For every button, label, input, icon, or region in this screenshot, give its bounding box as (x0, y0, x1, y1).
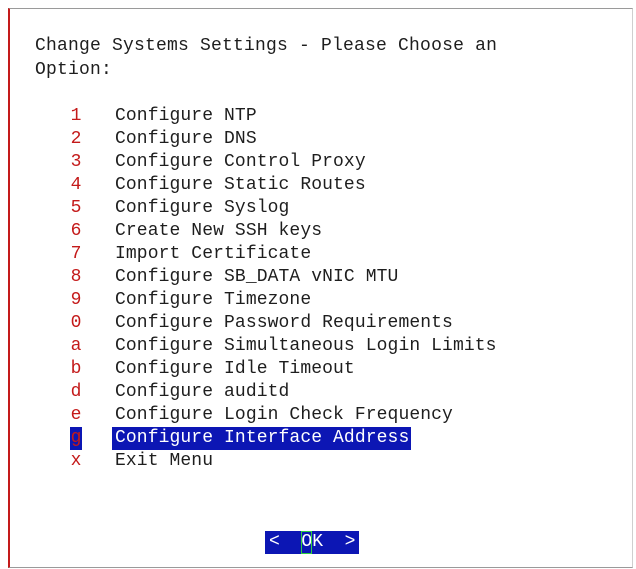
menu-item-hotkey: 6 (70, 221, 82, 241)
menu-item-hotkey: e (70, 405, 82, 425)
menu-item-dns[interactable]: 2 Configure DNS (70, 128, 499, 151)
ok-button[interactable]: < OK > (265, 531, 360, 554)
menu-item-hotkey: g (70, 427, 82, 450)
menu-item-syslog[interactable]: 5 Configure Syslog (70, 197, 499, 220)
menu-item-idle-timeout[interactable]: b Configure Idle Timeout (70, 358, 499, 381)
menu-item-label: Configure Timezone (115, 290, 312, 310)
menu-item-label: Configure Syslog (115, 198, 290, 218)
menu-item-ssh-keys[interactable]: 6 Create New SSH keys (70, 220, 499, 243)
menu-item-ntp[interactable]: 1 Configure NTP (70, 105, 499, 128)
menu-item-label: Configure Static Routes (115, 175, 366, 195)
menu-item-label: Configure Password Requirements (115, 313, 453, 333)
menu-item-label: Configure SB_DATA vNIC MTU (115, 267, 399, 287)
menu-item-label: Exit Menu (115, 451, 214, 471)
menu-item-label: Import Certificate (115, 244, 312, 264)
menu-item-auditd[interactable]: d Configure auditd (70, 381, 499, 404)
menu-item-hotkey: 4 (70, 175, 82, 195)
menu-item-label: Configure Login Check Frequency (115, 405, 453, 425)
menu-item-label: Configure DNS (115, 129, 257, 149)
menu-item-hotkey: a (70, 336, 82, 356)
menu-item-hotkey: 5 (70, 198, 82, 218)
menu-item-label: Configure Idle Timeout (115, 359, 355, 379)
menu-item-hotkey: d (70, 382, 82, 402)
menu-item-hotkey: b (70, 359, 82, 379)
menu-item-hotkey: 1 (70, 106, 82, 126)
ok-left-bracket: < (269, 532, 280, 552)
menu-item-label: Configure Simultaneous Login Limits (115, 336, 497, 356)
menu-item-label: Configure NTP (115, 106, 257, 126)
menu-item-hotkey: 3 (70, 152, 82, 172)
menu-item-exit[interactable]: x Exit Menu (70, 450, 499, 473)
options-menu: 1 Configure NTP 2 Configure DNS 3 Config… (70, 105, 499, 473)
menu-item-vnic-mtu[interactable]: 8 Configure SB_DATA vNIC MTU (70, 266, 499, 289)
menu-item-hotkey: 0 (70, 313, 82, 333)
menu-item-control-proxy[interactable]: 3 Configure Control Proxy (70, 151, 499, 174)
menu-item-label: Configure auditd (115, 382, 290, 402)
ok-hotkey: O (301, 531, 313, 554)
menu-item-static-routes[interactable]: 4 Configure Static Routes (70, 174, 499, 197)
menu-item-label: Configure Interface Address (112, 427, 412, 450)
menu-item-timezone[interactable]: 9 Configure Timezone (70, 289, 499, 312)
dialog-title: Change Systems Settings - Please Choose … (35, 36, 498, 80)
menu-item-hotkey: 8 (70, 267, 82, 287)
menu-item-hotkey: 9 (70, 290, 82, 310)
menu-item-hotkey: x (70, 451, 82, 471)
menu-item-label: Create New SSH keys (115, 221, 323, 241)
settings-dialog: Change Systems Settings - Please Choose … (8, 8, 633, 568)
menu-item-hotkey: 2 (70, 129, 82, 149)
menu-item-login-limits[interactable]: a Configure Simultaneous Login Limits (70, 335, 499, 358)
menu-item-hotkey: 7 (70, 244, 82, 264)
menu-item-label: Configure Control Proxy (115, 152, 366, 172)
menu-item-interface-address[interactable]: g Configure Interface Address (70, 427, 499, 450)
menu-item-login-check-frequency[interactable]: e Configure Login Check Frequency (70, 404, 499, 427)
menu-item-password-requirements[interactable]: 0 Configure Password Requirements (70, 312, 499, 335)
menu-item-import-certificate[interactable]: 7 Import Certificate (70, 243, 499, 266)
ok-label-rest: K (312, 532, 324, 552)
ok-right-bracket: > (344, 532, 356, 552)
